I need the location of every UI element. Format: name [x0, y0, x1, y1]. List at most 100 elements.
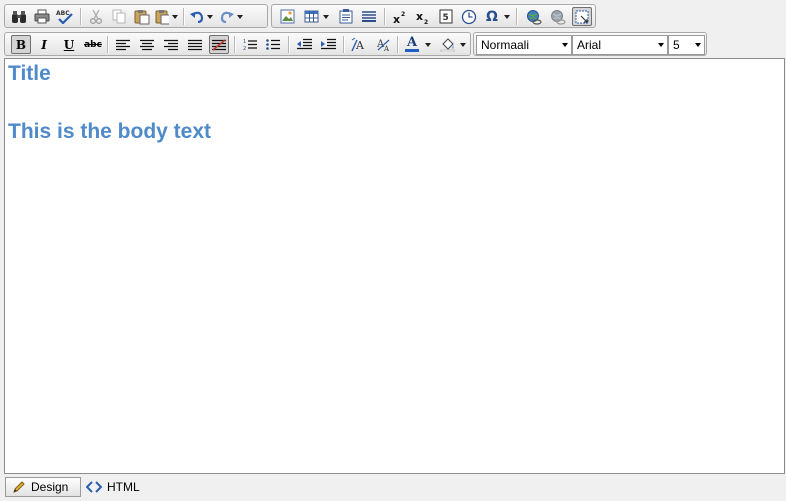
- tab-html-label: HTML: [107, 480, 140, 494]
- chevron-down-icon: [562, 43, 568, 47]
- horizontal-rule-button[interactable]: [359, 7, 379, 26]
- toolbar-group-edit: ABC: [4, 4, 268, 28]
- font-size-select[interactable]: 5: [668, 35, 705, 55]
- insert-table-button[interactable]: [301, 7, 321, 26]
- paragraph-style-select[interactable]: Normaali: [476, 35, 572, 55]
- paint-bucket-icon: [440, 38, 455, 52]
- paste-special-button[interactable]: [155, 7, 169, 26]
- paste-icon: [134, 9, 150, 24]
- print-button[interactable]: [32, 7, 52, 26]
- spellcheck-button[interactable]: ABC: [55, 7, 75, 26]
- paste-dropdown-arrow[interactable]: [171, 7, 179, 26]
- table-icon: [304, 10, 318, 23]
- undo-button[interactable]: [189, 7, 205, 26]
- insert-image-button[interactable]: [277, 7, 297, 26]
- symbol-box-icon: 5: [439, 9, 453, 24]
- paste-button[interactable]: [132, 7, 152, 26]
- align-none-button[interactable]: [209, 35, 229, 54]
- svg-text:2: 2: [243, 46, 246, 51]
- underline-label: U: [63, 37, 75, 52]
- redo-button[interactable]: [219, 7, 235, 26]
- strikethrough-button[interactable]: abc: [83, 35, 103, 54]
- ordered-list-button[interactable]: 12: [240, 35, 260, 54]
- insert-symbol-box-button[interactable]: 5: [436, 7, 456, 26]
- paragraph-icon: [362, 11, 376, 22]
- align-right-button[interactable]: [161, 35, 181, 54]
- editor-area[interactable]: Title This is the body text: [4, 58, 785, 474]
- globe-unlink-icon: [551, 9, 566, 25]
- copy-button[interactable]: [109, 7, 129, 26]
- table-dropdown-arrow[interactable]: [322, 7, 330, 26]
- bold-button[interactable]: B: [11, 35, 31, 54]
- separator: [516, 8, 518, 25]
- align-center-button[interactable]: [137, 35, 157, 54]
- pencil-icon: [13, 481, 25, 493]
- align-justify-icon: [188, 39, 202, 50]
- tab-design[interactable]: Design: [5, 477, 81, 497]
- remove-link-button[interactable]: [548, 7, 568, 26]
- redo-dropdown-arrow[interactable]: [236, 7, 244, 26]
- bullet-list-icon: [266, 39, 280, 50]
- superscript-icon: x2: [393, 11, 405, 24]
- svg-text:2: 2: [424, 19, 428, 24]
- binoculars-icon: [12, 10, 26, 23]
- clock-icon: [461, 9, 477, 24]
- italic-button[interactable]: I: [34, 35, 54, 54]
- svg-text:5: 5: [443, 13, 449, 23]
- highlight-dropdown-arrow[interactable]: [459, 35, 467, 54]
- justify-button[interactable]: [185, 35, 205, 54]
- special-char-button[interactable]: Ω: [482, 7, 502, 26]
- subscript-button[interactable]: x2: [413, 7, 433, 26]
- svg-text:x: x: [416, 10, 423, 23]
- underline-button[interactable]: U: [59, 35, 79, 54]
- font-color-bar: [405, 49, 419, 52]
- scissors-icon: [90, 9, 102, 24]
- document-body: This is the body text: [8, 120, 212, 143]
- chevron-down-icon: [237, 14, 243, 19]
- redo-icon: [220, 11, 234, 23]
- show-borders-button[interactable]: [572, 7, 592, 26]
- document-title: Title: [8, 62, 51, 85]
- separator: [384, 8, 386, 25]
- insert-form-button[interactable]: [336, 7, 356, 26]
- toolbar-group-font: Normaali Arial 5: [473, 32, 707, 56]
- align-left-icon: [116, 39, 130, 50]
- omega-icon: Ω: [486, 8, 498, 25]
- font-name-select[interactable]: Arial: [572, 35, 668, 55]
- image-icon: [280, 9, 294, 24]
- font-color-button[interactable]: A: [402, 35, 422, 54]
- ordered-list-icon: 12: [243, 39, 257, 51]
- font-color-dropdown-arrow[interactable]: [424, 35, 432, 54]
- outdent-button[interactable]: [294, 35, 314, 54]
- separator: [397, 36, 399, 53]
- svg-text:x: x: [393, 13, 400, 24]
- toolbar-group-format: B I U abc 12 A A A A: [4, 32, 471, 56]
- chevron-down-icon: [425, 42, 431, 47]
- chevron-down-icon: [658, 43, 664, 47]
- highlight-color-button[interactable]: [438, 35, 458, 54]
- separator: [343, 36, 345, 53]
- separator: [234, 36, 236, 53]
- insert-link-button[interactable]: [524, 7, 544, 26]
- text-direction-icon: A: [350, 37, 365, 52]
- globe-link-icon: [527, 9, 542, 25]
- printer-icon: [34, 9, 50, 24]
- cut-button[interactable]: [86, 7, 106, 26]
- mode-bar: Design HTML: [0, 475, 786, 501]
- undo-dropdown-arrow[interactable]: [206, 7, 214, 26]
- copy-icon: [112, 9, 125, 24]
- font-color-icon: A: [405, 36, 419, 52]
- unordered-list-button[interactable]: [263, 35, 283, 54]
- text-direction-ltr-button[interactable]: A: [349, 35, 369, 54]
- insert-date-button[interactable]: [459, 7, 479, 26]
- superscript-button[interactable]: x2: [390, 7, 410, 26]
- indent-button[interactable]: [318, 35, 338, 54]
- special-char-dropdown-arrow[interactable]: [503, 7, 511, 26]
- find-button[interactable]: [9, 7, 29, 26]
- strikethrough-label: abc: [84, 39, 102, 50]
- align-left-button[interactable]: [113, 35, 133, 54]
- paragraph-style-value: Normaali: [481, 38, 530, 52]
- tab-html[interactable]: HTML: [80, 477, 146, 497]
- font-name-value: Arial: [577, 38, 602, 52]
- text-direction-rtl-button[interactable]: AA: [373, 35, 393, 54]
